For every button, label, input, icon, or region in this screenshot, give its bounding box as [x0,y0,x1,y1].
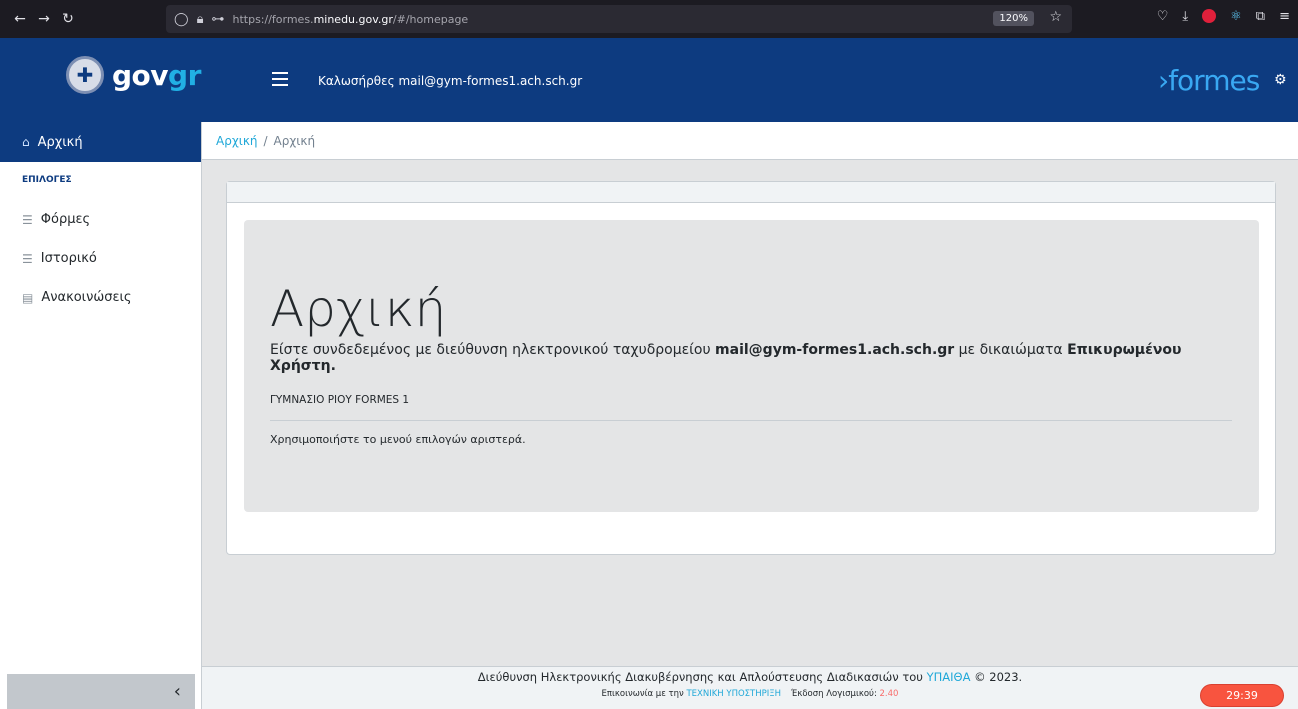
url-text: https://formes.minedu.gov.gr/#/homepage [232,12,469,26]
breadcrumb-home-link[interactable]: Αρχική [216,134,258,148]
footer-contact: Επικοινωνία με την ΤΕΧΝΙΚΗ ΥΠΟΣΤΗΡΙΞΗ Έκδ… [601,689,899,699]
sidebar-section-title: ΕΠΙΛΟΓΕΣ [22,175,72,185]
sidebar-item-label: Ανακοινώσεις [41,290,132,305]
breadcrumb-current: Αρχική [273,133,316,148]
zoom-badge[interactable]: 120% [993,11,1034,26]
pocket-icon[interactable]: ♡ [1157,9,1169,24]
sidebar-item-announcements[interactable]: ▤ Ανακοινώσεις [0,278,201,317]
main-card: Αρχική Είστε συνδεδεμένος με διεύθυνση η… [226,181,1276,555]
instructions-text: Χρησιμοποιήστε το μενού επιλογών αριστερ… [270,433,526,446]
sidebar-item-forms[interactable]: ☰ Φόρμες [0,200,201,239]
greek-emblem-icon: ✚ [66,56,104,94]
card-header [227,182,1275,203]
sidebar-item-home[interactable]: ⌂ Αρχική [0,122,201,162]
footer: Διεύθυνση Ηλεκτρονικής Διακυβέρνησης και… [202,666,1298,709]
list-icon: ☰ [22,212,33,227]
login-info: Είστε συνδεδεμένος με διεύθυνση ηλεκτρον… [270,342,1182,374]
software-version: 2.40 [879,689,899,699]
sidebar: ⌂ Αρχική ΕΠΙΛΟΓΕΣ ☰ Φόρμες ☰ Ιστορικό ▤ … [0,122,202,709]
book-icon: ▤ [22,290,34,305]
sidebar-item-label: Ιστορικό [40,251,97,266]
browser-toolbar: ← → ↻ ◯ 🔒︎ ⊶ https://formes.minedu.gov.g… [0,0,1298,38]
back-icon[interactable]: ← [8,11,32,27]
session-timer: 29:39 [1200,684,1284,707]
key-icon: ⊶ [211,11,225,27]
sidebar-minimizer-button[interactable]: ‹ [7,674,195,709]
adblock-icon[interactable] [1202,9,1217,23]
list-icon: ☰ [22,251,33,266]
sidebar-item-history[interactable]: ☰ Ιστορικό [0,239,201,278]
ministry-link[interactable]: ΥΠΑΙΘΑ [927,670,971,684]
react-devtools-icon[interactable]: ⚛ [1230,9,1242,24]
school-name: ΓΥΜΝΑΣΙΟ ΡΙΟΥ FORMES 1 [270,394,410,406]
divider [270,420,1232,421]
page-title: Αρχική [270,280,447,338]
breadcrumb: Αρχική / Αρχική [202,122,1298,160]
welcome-jumbotron: Αρχική Είστε συνδεδεμένος με διεύθυνση η… [244,220,1259,512]
extensions-icon[interactable]: ⧉ [1256,9,1265,24]
home-icon: ⌂ [22,135,30,149]
hamburger-menu-icon[interactable] [272,72,288,86]
reload-icon[interactable]: ↻ [56,11,80,27]
bookmark-star-icon[interactable]: ☆ [1049,9,1062,25]
download-icon[interactable]: ⤓ [1182,9,1188,24]
footer-credits: Διεύθυνση Ηλεκτρονικής Διακυβέρνησης και… [477,670,1023,684]
sidebar-item-label: Αρχική [37,134,83,150]
settings-gear-icon[interactable]: ⚙ [1274,72,1287,88]
app-header: ✚ govgr Καλωσήρθες mail@gym-formes1.ach.… [0,38,1298,122]
browser-tools: ♡ ⤓ ⚛ ⧉ ≡ [1157,9,1290,24]
shield-icon: ◯ [174,11,189,27]
tech-support-link[interactable]: ΤΕΧΝΙΚΗ ΥΠΟΣΤΗΡΙΞΗ [686,689,781,699]
govgr-logo[interactable]: ✚ govgr [66,56,201,94]
sidebar-item-label: Φόρμες [40,212,91,227]
breadcrumb-separator: / [263,133,268,148]
lock-icon: 🔒︎ [196,11,204,27]
menu-icon[interactable]: ≡ [1279,9,1290,24]
formes-logo: ›formes [1158,64,1260,97]
welcome-text: Καλωσήρθες mail@gym-formes1.ach.sch.gr [318,74,583,88]
forward-icon[interactable]: → [32,11,56,27]
url-bar[interactable]: ◯ 🔒︎ ⊶ https://formes.minedu.gov.gr/#/ho… [166,5,1072,33]
logo-text: govgr [112,58,201,92]
